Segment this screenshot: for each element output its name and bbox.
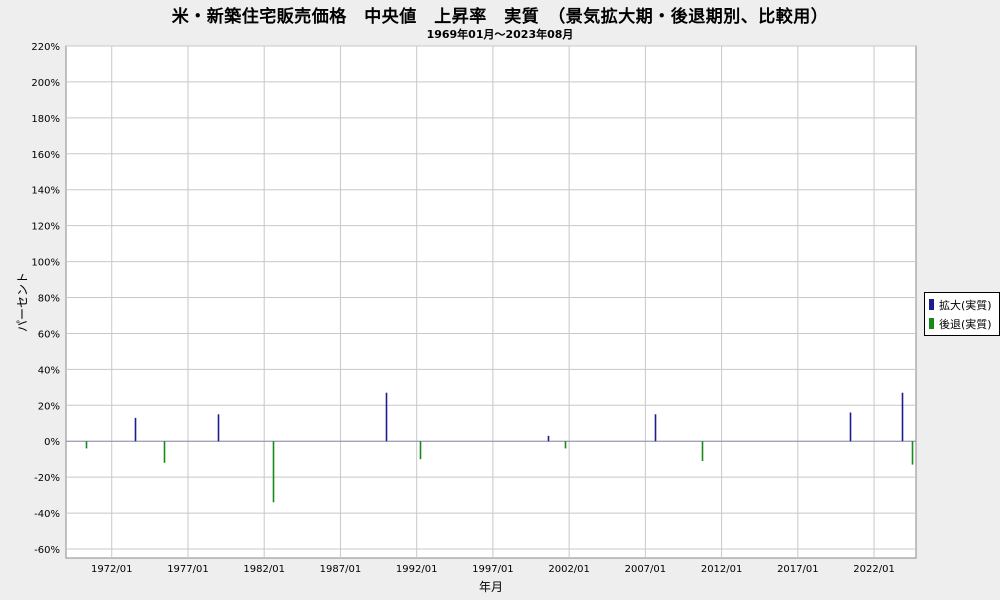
legend-label-expansion: 拡大(実質) (939, 298, 992, 312)
x-tick-label: 1987/01 (320, 564, 362, 575)
x-tick-label: 1992/01 (396, 564, 438, 575)
y-tick-label: 160% (31, 150, 60, 161)
legend-swatch-expansion (929, 299, 934, 310)
y-axis: -60% -40% -20% 0% 20% 40% 60% 80% 100% 120% 140% 16… (31, 42, 60, 556)
y-tick-label: 20% (38, 401, 60, 412)
y-tick-label: 220% (31, 42, 60, 53)
y-tick-label: -40% (34, 509, 60, 520)
plot-area (65, 45, 917, 559)
y-tick-label: 80% (38, 294, 60, 305)
y-tick-label: 140% (31, 186, 60, 197)
x-tick-label: 1997/01 (472, 564, 514, 575)
y-tick-label: 100% (31, 258, 60, 269)
x-tick-label: 1972/01 (91, 564, 133, 575)
y-tick-label: -20% (34, 473, 60, 484)
y-tick-label: 120% (31, 222, 60, 233)
y-tick-label: 40% (38, 365, 60, 376)
chart-canvas: -60% -40% -20% 0% 20% 40% 60% 80% 100% 120% 140% 16… (31, 42, 917, 575)
y-tick-label: -60% (34, 545, 60, 556)
legend: 拡大(実質) 後退(実質) (924, 292, 1000, 336)
x-tick-label: 2012/01 (701, 564, 743, 575)
x-tick-label: 1977/01 (167, 564, 209, 575)
y-tick-label: 60% (38, 329, 60, 340)
x-tick-label: 2002/01 (548, 564, 590, 575)
x-tick-label: 2007/01 (625, 564, 667, 575)
x-axis-label: 年月 (478, 580, 503, 594)
x-tick-label: 1982/01 (243, 564, 285, 575)
y-axis-label: パーセント (15, 271, 30, 333)
legend-label-recession: 後退(実質) (939, 317, 992, 331)
x-axis: 1972/01 1977/01 1982/01 1987/01 1992/01 1997/… (91, 564, 895, 575)
legend-swatch-recession (929, 318, 934, 329)
legend-item-recession: 後退(実質) (925, 314, 999, 333)
y-tick-label: 0% (44, 437, 60, 448)
x-tick-label: 2017/01 (777, 564, 819, 575)
y-tick-label: 180% (31, 114, 60, 125)
y-tick-label: 200% (31, 78, 60, 89)
x-tick-label: 2022/01 (853, 564, 895, 575)
legend-item-expansion: 拡大(実質) (925, 295, 999, 314)
